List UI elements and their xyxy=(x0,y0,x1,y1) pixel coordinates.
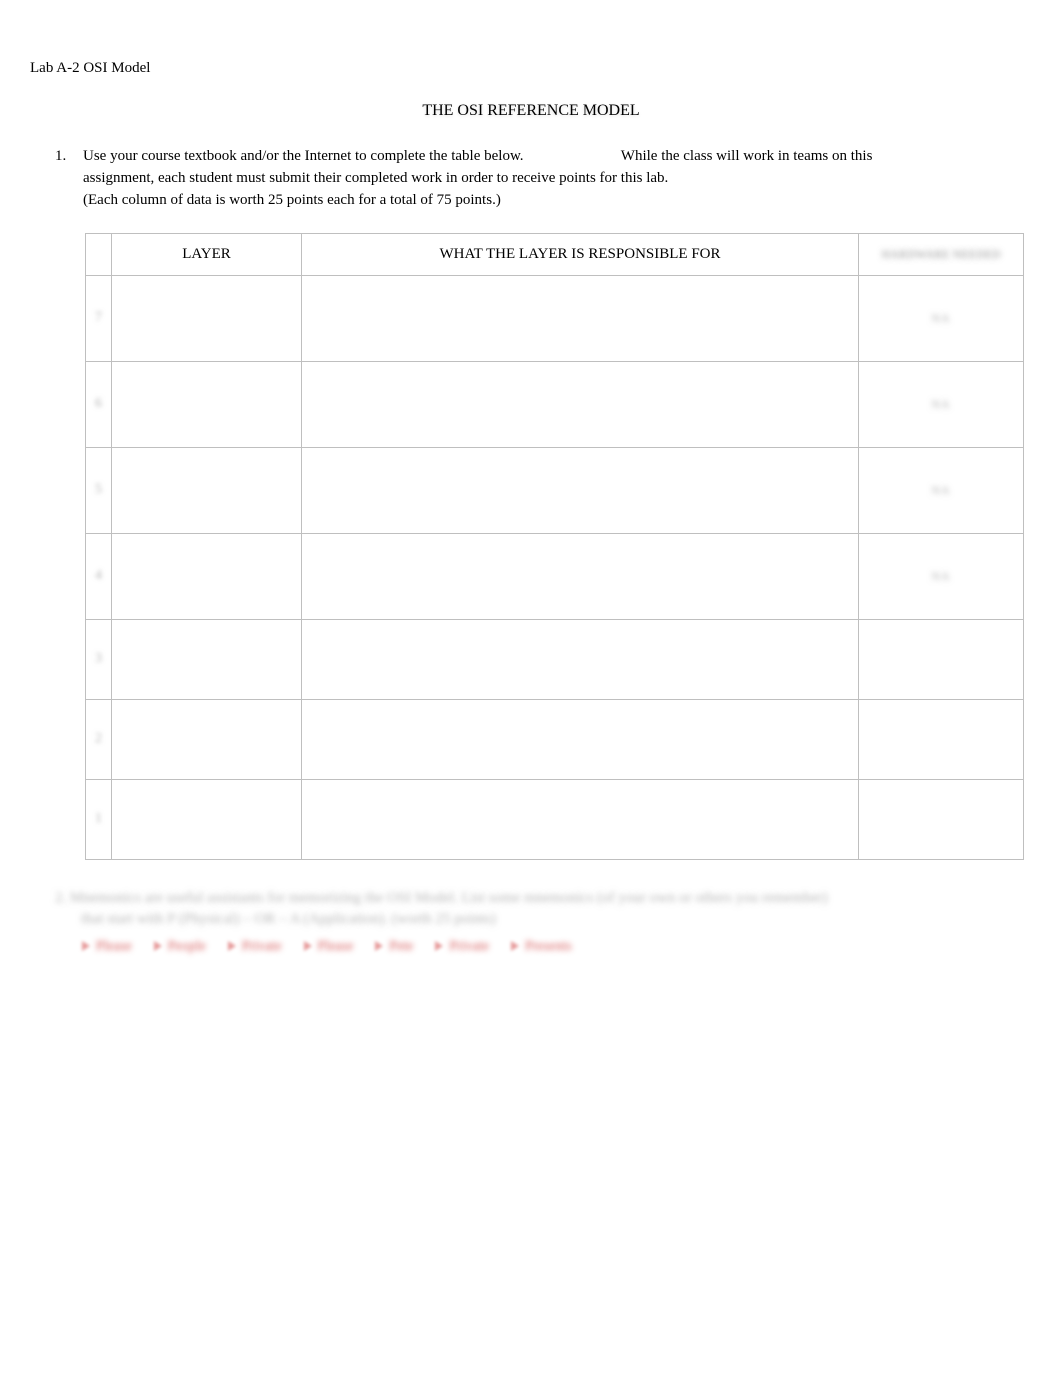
mnemonic-word: Pete xyxy=(375,938,413,957)
question-2-blurred: 2. Mnemonics are useful assistants for m… xyxy=(55,888,1024,930)
th-layer: LAYER xyxy=(112,233,302,275)
table-row: 4 NA xyxy=(86,533,1024,619)
row-hw xyxy=(859,779,1024,859)
mnemonic-word: Private xyxy=(435,938,489,957)
osi-table-wrap: LAYER WHAT THE LAYER IS RESPONSIBLE FOR … xyxy=(85,233,1024,860)
row-layer xyxy=(112,619,302,699)
row-resp xyxy=(302,447,859,533)
q1-line2: assignment, each student must submit the… xyxy=(83,168,1032,188)
q1-line1b: While the class will work in teams on th… xyxy=(621,148,873,164)
table-row: 5 NA xyxy=(86,447,1024,533)
osi-table: LAYER WHAT THE LAYER IS RESPONSIBLE FOR … xyxy=(85,233,1024,860)
row-num: 6 xyxy=(86,361,112,447)
lab-header: Lab A-2 OSI Model xyxy=(30,58,1032,78)
row-hw: NA xyxy=(859,275,1024,361)
row-resp xyxy=(302,533,859,619)
row-num: 4 xyxy=(86,533,112,619)
row-layer xyxy=(112,779,302,859)
page-title: THE OSI REFERENCE MODEL xyxy=(30,100,1032,122)
row-num: 3 xyxy=(86,619,112,699)
mnemonic-word: People xyxy=(154,938,206,957)
table-row: 6 NA xyxy=(86,361,1024,447)
row-layer xyxy=(112,699,302,779)
mnemonic-word: Private xyxy=(228,938,282,957)
row-resp xyxy=(302,361,859,447)
th-num xyxy=(86,233,112,275)
row-resp xyxy=(302,275,859,361)
row-hw: NA xyxy=(859,533,1024,619)
q1-number: 1. xyxy=(55,146,83,213)
q1-body: Use your course textbook and/or the Inte… xyxy=(83,146,1032,213)
row-resp xyxy=(302,699,859,779)
table-row: 1 xyxy=(86,779,1024,859)
row-num: 7 xyxy=(86,275,112,361)
row-num: 1 xyxy=(86,779,112,859)
row-resp xyxy=(302,779,859,859)
question-1: 1. Use your course textbook and/or the I… xyxy=(55,146,1032,213)
row-hw xyxy=(859,699,1024,779)
q1-line1a: Use your course textbook and/or the Inte… xyxy=(83,148,524,164)
row-layer xyxy=(112,361,302,447)
table-row: 7 NA xyxy=(86,275,1024,361)
table-header-row: LAYER WHAT THE LAYER IS RESPONSIBLE FOR … xyxy=(86,233,1024,275)
mnemonic-word: Please xyxy=(304,938,354,957)
th-hw: HARDWARE NEEDED xyxy=(859,233,1024,275)
row-layer xyxy=(112,275,302,361)
row-layer xyxy=(112,533,302,619)
row-layer xyxy=(112,447,302,533)
mnemonic-row: Please People Private Please Pete Privat… xyxy=(82,938,1032,957)
th-resp: WHAT THE LAYER IS RESPONSIBLE FOR xyxy=(302,233,859,275)
row-hw: NA xyxy=(859,361,1024,447)
mnemonic-word: Presents xyxy=(511,938,572,957)
q1-line3: (Each column of data is worth 25 points … xyxy=(83,190,1032,210)
row-resp xyxy=(302,619,859,699)
mnemonic-word: Please xyxy=(82,938,132,957)
row-num: 2 xyxy=(86,699,112,779)
row-num: 5 xyxy=(86,447,112,533)
row-hw xyxy=(859,619,1024,699)
table-row: 3 xyxy=(86,619,1024,699)
row-hw: NA xyxy=(859,447,1024,533)
table-row: 2 xyxy=(86,699,1024,779)
